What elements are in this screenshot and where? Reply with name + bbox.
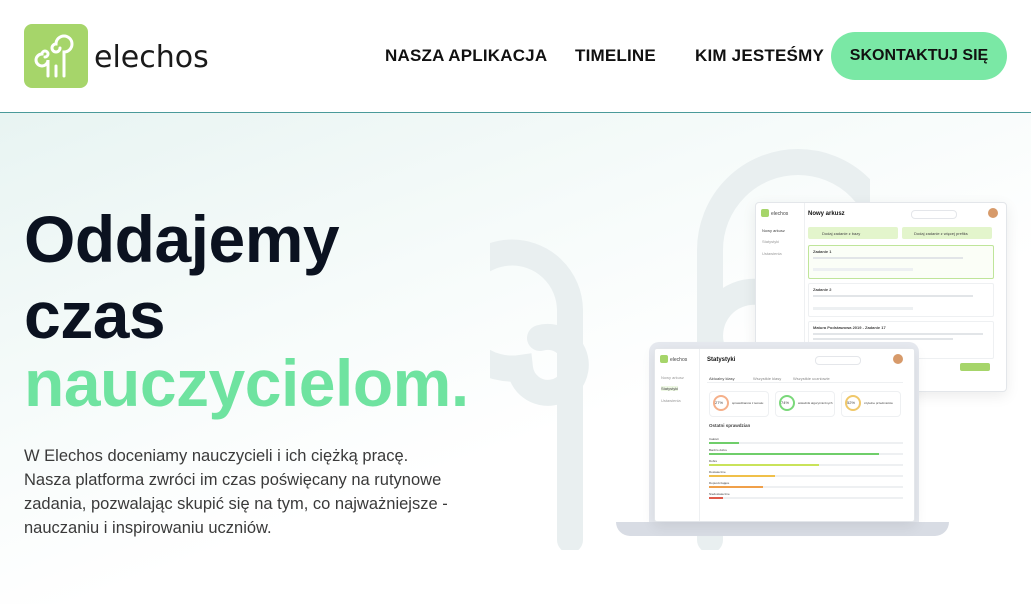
mockup-avatar xyxy=(988,208,998,218)
mockup-stat-value: 27% xyxy=(715,400,724,405)
nav-timeline[interactable]: TIMELINE xyxy=(575,46,656,66)
mockup-logo-icon xyxy=(761,209,769,217)
mockup-tab: Wszystkie klasy xyxy=(753,376,782,381)
mockup-sidebar-item: Ustawienia xyxy=(661,398,681,403)
mockup-stat-value: 74% xyxy=(781,400,790,405)
mockup-sidebar-item: Statystyki xyxy=(762,239,780,244)
mockup-tab: Wszystkie uczniowie xyxy=(793,376,830,381)
mockup-sidebar-item: Nowy arkusz xyxy=(762,228,785,233)
hero-title-line-1: Oddajemy xyxy=(24,202,340,276)
mockup-stat-value: 52% xyxy=(847,400,856,405)
contact-button[interactable]: SKONTAKTUJ SIĘ xyxy=(831,32,1007,80)
mockup-sidebar-item: Ustawienia xyxy=(762,251,782,256)
mockup-add-label: Dodaj zadanie z bazy xyxy=(822,231,861,236)
nav-nasza-aplikacja[interactable]: NASZA APLIKACJA xyxy=(385,46,547,66)
logo-text[interactable]: elechos xyxy=(94,40,209,75)
hero-title-line-2: czas xyxy=(24,278,166,352)
mockup-stat-text: wskaźnik algorytmicznych xyxy=(798,401,833,405)
mockup-stat-text: czytelne przedmiotów xyxy=(864,401,893,405)
mockup-tags xyxy=(813,307,913,310)
mockup-task-card xyxy=(808,245,994,279)
hero-description: W Elechos doceniamy nauczycieli i ich ci… xyxy=(24,447,448,537)
mockup-text-line xyxy=(813,257,963,259)
mockup-task-card xyxy=(808,283,994,317)
mockup-add-label: Dodaj zadanie z więcej prefiks xyxy=(914,231,968,236)
laptop-base xyxy=(616,522,949,536)
site-header: elechos NASZA APLIKACJA TIMELINE KIM JES… xyxy=(0,0,1031,113)
app-screenshot-statistics: elechos Nowy arkusz Statystyki Ustawieni… xyxy=(654,348,915,522)
mockup-save-button xyxy=(960,363,990,371)
mockup-row-track xyxy=(709,497,903,499)
mockup-row-label: Niedostateczne xyxy=(709,492,730,496)
mockup-text-line xyxy=(813,333,983,335)
mockup-sidebar-item: Statystyki xyxy=(661,386,679,391)
mockup-tab-divider xyxy=(707,382,903,383)
mockup-logo-text: elechos xyxy=(670,357,688,363)
mockup-row-label: Całości xyxy=(709,437,719,441)
mockup-tags xyxy=(813,268,913,271)
nav-kim-jestesmy[interactable]: KIM JESTEŚMY xyxy=(695,46,824,66)
mockup-row-track xyxy=(709,486,903,488)
mockup-search-input xyxy=(815,356,861,365)
mockup-sidebar-item: Nowy arkusz xyxy=(661,375,684,380)
mockup-row-label: Dobre xyxy=(709,459,718,463)
mockup-task-title: Zadanie 1 xyxy=(813,249,832,254)
mockup-title: Statystyki xyxy=(707,357,736,363)
mockup-title: Nowy arkusz xyxy=(808,211,845,217)
mockup-row-track xyxy=(709,442,903,444)
mockup-task-title: Matura Podstawowa 2019 - Zadanie 17 xyxy=(813,325,886,330)
mockup-row-track xyxy=(709,464,903,466)
mockup-section-title: Ostatni sprawdzian xyxy=(709,423,751,428)
mockup-row-track xyxy=(709,453,903,455)
mockup-search-input xyxy=(911,210,957,219)
mockup-stat-text: sprawdzianów z tematu xyxy=(732,401,764,405)
mockup-logo-text: elechos xyxy=(771,211,789,217)
mockup-logo-icon xyxy=(660,355,668,363)
logo-icon[interactable] xyxy=(24,24,88,88)
hero-title-line-3: nauczycielom. xyxy=(24,346,469,420)
mockup-row-label: Dopuszczające xyxy=(709,481,730,485)
mockup-text-line xyxy=(813,295,973,297)
mockup-tab: Aktualny klasy xyxy=(709,376,735,381)
mockup-row-label: Bardzo dobre xyxy=(709,448,728,452)
mockup-text-line xyxy=(813,338,953,340)
mockup-avatar xyxy=(893,354,903,364)
mockup-row-track xyxy=(709,475,903,477)
mockup-task-title: Zadanie 2 xyxy=(813,287,832,292)
mockup-row-label: Dostateczne xyxy=(709,470,726,474)
